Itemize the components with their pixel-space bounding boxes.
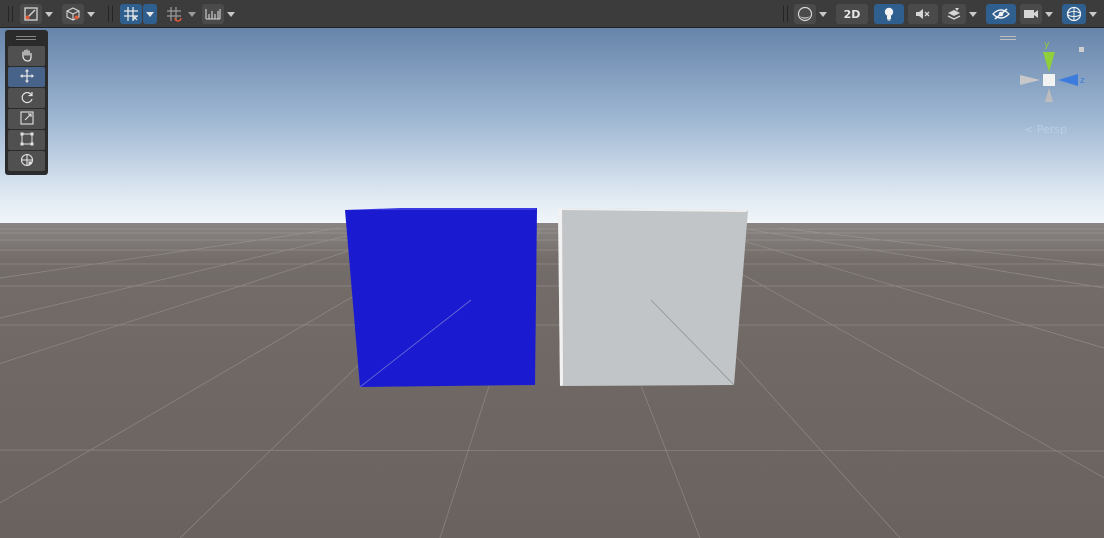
chevron-down-icon [969, 11, 977, 17]
chevron-down-icon [146, 11, 154, 17]
draw-mode-dropdown[interactable] [42, 4, 56, 24]
render-paths-dropdown[interactable] [84, 4, 98, 24]
grid-snap-icon [123, 6, 139, 22]
toolbar-grip [8, 6, 9, 22]
increment-snapping-dropdown[interactable] [185, 4, 199, 24]
camera-settings-button[interactable] [1020, 4, 1042, 24]
sphere-shading-icon [797, 6, 813, 22]
gizmo-neg-y-axis[interactable] [1045, 88, 1053, 102]
tools-overlay [5, 30, 48, 175]
chevron-down-icon [1045, 11, 1053, 17]
transform-icon [20, 152, 34, 171]
gizmo-center-cube[interactable] [1043, 74, 1055, 86]
gizmos-toggle-button[interactable] [1062, 4, 1086, 24]
gizmo-y-label: y [1044, 40, 1050, 50]
transform-tool-button[interactable] [8, 151, 45, 171]
chevron-down-icon [227, 11, 235, 17]
white-cube[interactable] [558, 208, 748, 386]
projection-label[interactable]: < Persp [1024, 123, 1067, 136]
hidden-objects-toggle-button[interactable] [986, 4, 1016, 24]
2d-toggle-button[interactable]: 2D [836, 4, 868, 24]
sky [0, 28, 1104, 228]
toolbar-separator [783, 6, 784, 22]
rect-transform-icon [20, 131, 34, 150]
chevron-down-icon [188, 11, 196, 17]
gizmo-lock-icon[interactable] [1079, 47, 1084, 52]
ruler-icon [205, 7, 221, 21]
scene-viewport[interactable] [0, 28, 1104, 538]
chevron-down-icon [87, 11, 95, 17]
effects-toggle-button[interactable] [942, 4, 966, 24]
gizmos-dropdown[interactable] [1086, 4, 1100, 24]
lightbulb-icon [883, 7, 895, 21]
rect-tool-button[interactable] [8, 130, 45, 150]
draw-mode-button[interactable] [20, 4, 42, 24]
rotate-icon [20, 89, 34, 108]
toolbar-separator [787, 6, 788, 22]
scale-icon [19, 110, 34, 129]
render-paths-button[interactable] [62, 4, 84, 24]
gizmo-neg-x-axis[interactable] [1020, 75, 1040, 85]
gizmo-y-axis[interactable] [1043, 52, 1055, 72]
camera-settings-dropdown[interactable] [1042, 4, 1056, 24]
audio-toggle-button[interactable] [908, 4, 938, 24]
gizmo-z-axis[interactable] [1058, 74, 1078, 86]
scene-canvas[interactable] [0, 28, 1104, 538]
gizmo-z-label: z [1080, 76, 1085, 86]
toolbar-separator [112, 6, 113, 22]
blue-cube[interactable] [345, 208, 537, 388]
chevron-down-icon [45, 11, 53, 17]
scene-toolbar: 2D [0, 0, 1104, 28]
chevron-down-icon [1089, 11, 1097, 17]
cube-icon [66, 7, 80, 21]
projection-text: Persp [1036, 123, 1067, 136]
hand-tool-button[interactable] [8, 46, 45, 66]
hand-icon [20, 47, 34, 66]
shading-mode-dropdown[interactable] [816, 4, 830, 24]
increment-snap-icon [166, 6, 182, 22]
move-arrows-icon [19, 68, 34, 87]
ruler-button[interactable] [202, 4, 224, 24]
chevron-down-icon [819, 11, 827, 17]
eye-hidden-icon [992, 8, 1010, 20]
shading-mode-button[interactable] [794, 4, 816, 24]
effects-dropdown[interactable] [966, 4, 980, 24]
grid-snapping-button[interactable] [120, 4, 142, 24]
toolbar-separator [108, 6, 109, 22]
ground-plane [0, 223, 1104, 538]
increment-snapping-button[interactable] [163, 4, 185, 24]
layers-effects-icon [946, 7, 962, 21]
grid-snapping-dropdown[interactable] [143, 4, 157, 24]
audio-mute-icon [915, 7, 931, 21]
rotate-tool-button[interactable] [8, 88, 45, 108]
toolbar-grip-2 [12, 6, 13, 22]
camera-icon [1023, 8, 1039, 20]
2d-label: 2D [843, 7, 861, 21]
shaded-draw-mode-icon [24, 7, 38, 21]
tools-overlay-grip[interactable] [16, 36, 36, 40]
lighting-toggle-button[interactable] [874, 4, 904, 24]
ruler-dropdown[interactable] [224, 4, 238, 24]
gizmo-sphere-icon [1066, 6, 1082, 22]
move-tool-button[interactable] [8, 67, 45, 87]
scale-tool-button[interactable] [8, 109, 45, 129]
